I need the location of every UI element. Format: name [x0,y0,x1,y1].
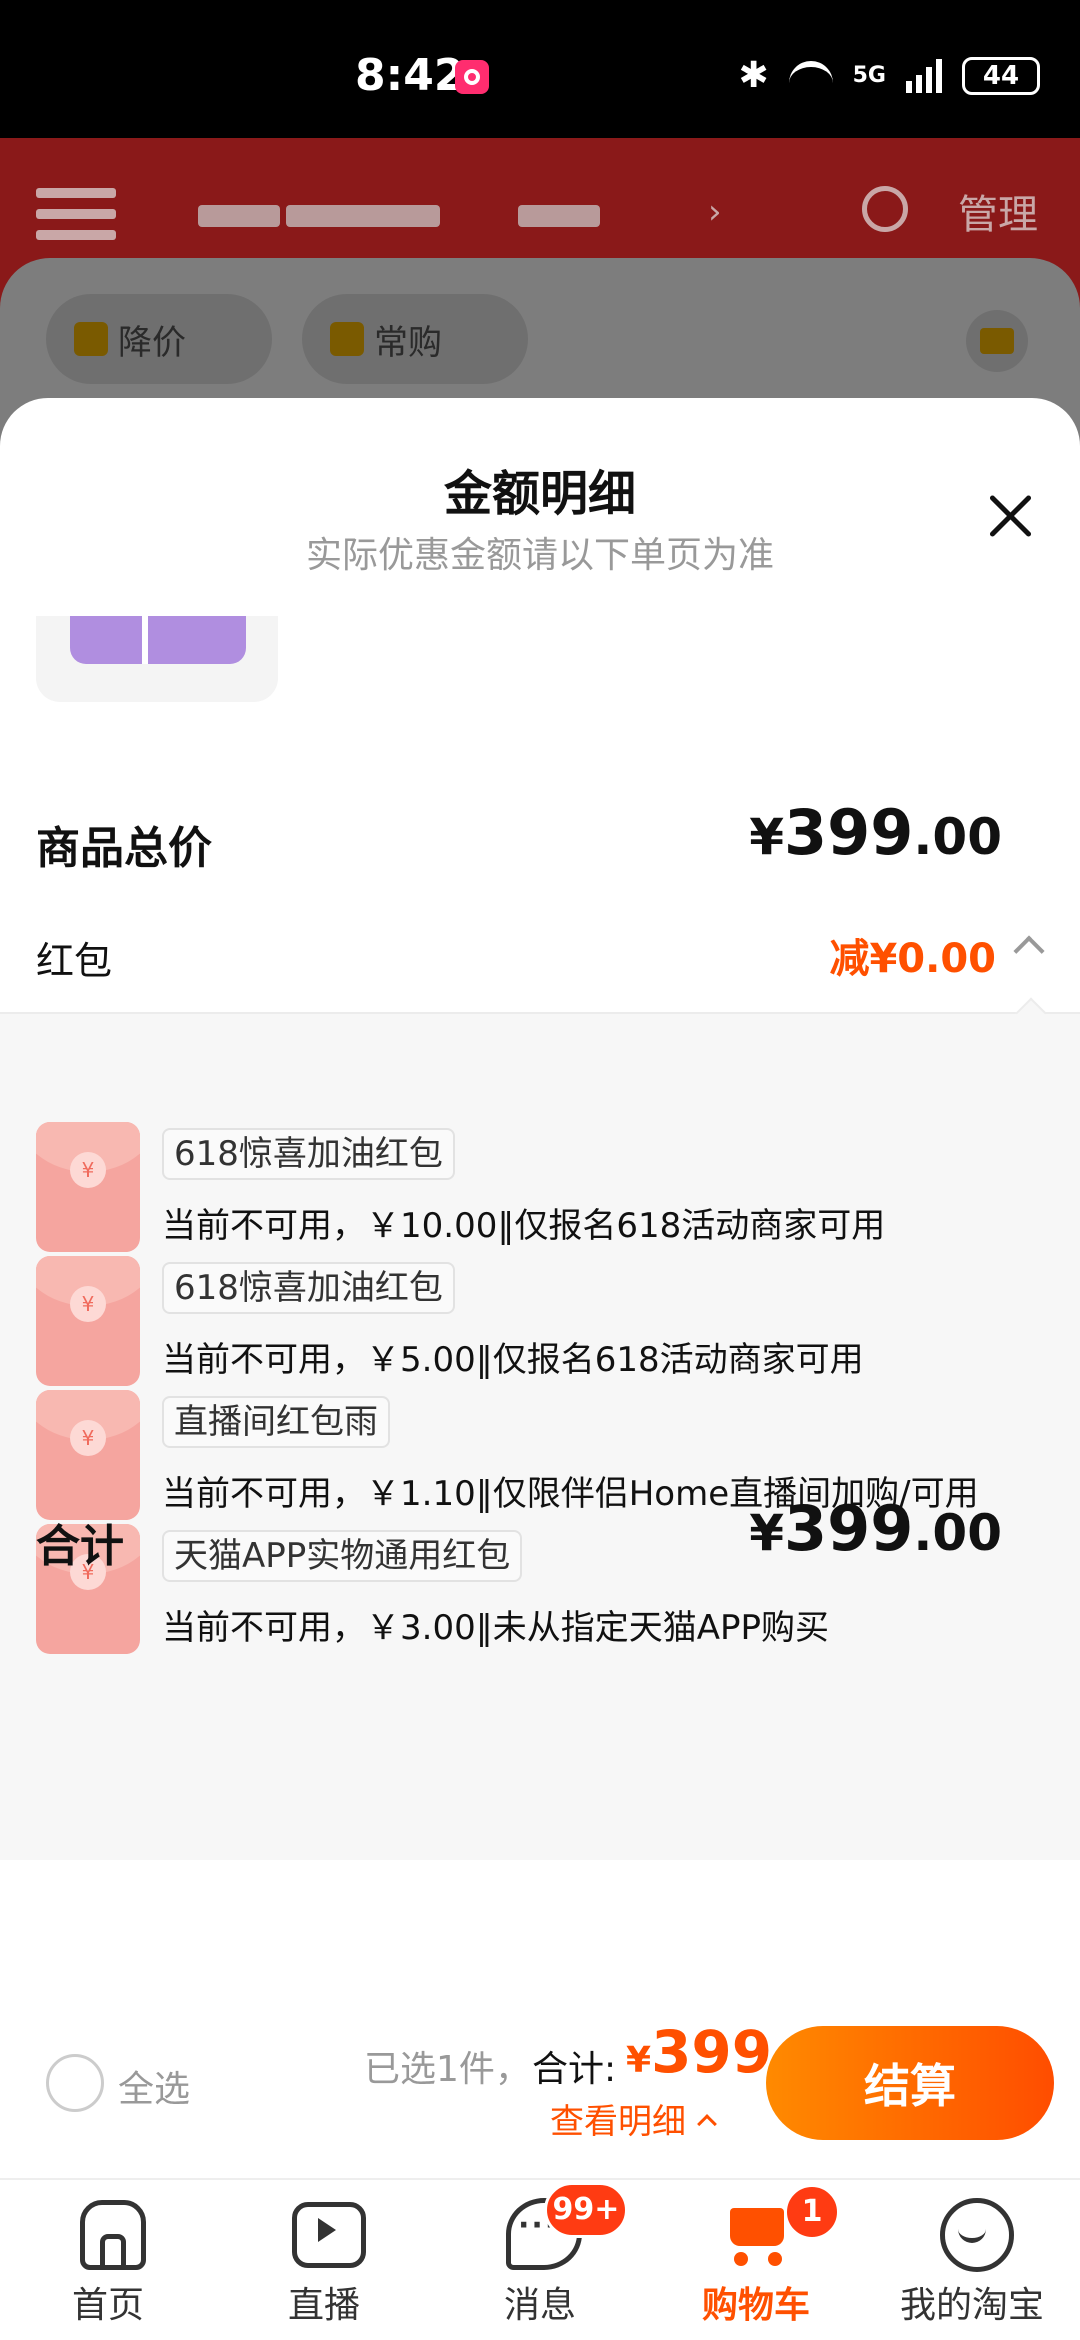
view-detail-label: 查看明细 [550,2102,686,2142]
chevron-right-icon: › [708,192,722,232]
battery-icon: 44 [962,56,1040,95]
cart-badge: 1 [784,2184,840,2240]
chip-label: 常购 [374,322,442,363]
goods-total-value: ¥399.00 [749,796,1002,869]
address-blur [198,205,280,227]
chevron-up-icon [697,2114,717,2134]
cart-icon [720,2194,792,2266]
search-icon[interactable] [862,186,908,232]
sheet-title: 金额明细 [443,466,636,522]
bluetooth-icon: ✱ [738,55,769,96]
close-icon[interactable] [980,486,1040,546]
profile-icon [936,2194,1014,2272]
tab-label: 首页 [71,2285,144,2326]
red-packet-tag: 天猫APP实物通用红包 [162,1530,523,1582]
tab-label: 我的淘宝 [899,2285,1044,2326]
chip-label: 降价 [118,322,186,363]
selected-count: 已选1件， [364,2049,531,2090]
red-packet-item: ¥ 618惊喜加油红包 当前不可用，￥5.00‖仅报名618活动商家可用 [0,1256,1080,1396]
red-envelope-icon: ¥ [36,1256,140,1386]
tab-messages[interactable]: 消息 99+ [432,2180,648,2340]
red-packet-tag: 直播间红包雨 [162,1396,390,1448]
tab-cart[interactable]: 购物车 1 [648,2180,864,2340]
wifi-icon [788,60,833,91]
home-icon [72,2194,146,2270]
tab-label: 购物车 [701,2285,810,2326]
screen-record-icon [455,60,489,94]
frequent-buy-chip[interactable]: 常购 [302,294,528,384]
live-icon [288,2194,366,2268]
address-blur [286,205,440,227]
tab-home[interactable]: 首页 [0,2180,216,2340]
network-type: 5G [852,62,886,88]
folder-icon[interactable] [966,310,1028,372]
red-packet-label: 红包 [36,939,113,983]
red-envelope-icon: ¥ [36,1122,140,1252]
tab-live[interactable]: 直播 [216,2180,432,2340]
tab-label: 消息 [503,2285,576,2326]
signal-icon [906,58,942,93]
tab-label: 直播 [287,2285,360,2326]
checkout-button[interactable]: 结算 [766,2026,1054,2140]
red-packet-description: 当前不可用，￥10.00‖仅报名618活动商家可用 [162,1206,886,1246]
tab-my-taobao[interactable]: 我的淘宝 [864,2180,1080,2340]
status-bar: 8:42 ✱ 5G 44 [0,0,1080,138]
grand-total-value: ¥399.00 [749,1492,1002,1565]
bottom-tab-bar: 首页 直播 消息 99+ 购物车 1 我的淘宝 [0,2178,1080,2340]
select-all-label[interactable]: 全选 [118,2060,190,2112]
red-envelope-icon: ¥ [36,1390,140,1520]
red-packet-description: 当前不可用，￥5.00‖仅报名618活动商家可用 [162,1340,864,1380]
menu-icon[interactable] [36,188,116,240]
chevron-up-icon[interactable] [1013,935,1045,967]
manage-button[interactable]: 管理 [958,182,1038,240]
price-drop-icon [74,322,108,356]
status-icons: ✱ 5G 44 [738,55,1040,96]
select-all-checkbox[interactable] [46,2054,104,2112]
amount-detail-sheet: 金额明细 实际优惠金额请以下单页为准 商品总价 ¥399.00 红包 减¥0.0… [0,398,1080,1998]
address-blur [518,205,600,227]
price-drop-chip[interactable]: 降价 [46,294,272,384]
message-badge: 99+ [544,2182,628,2238]
sheet-subtitle: 实际优惠金额请以下单页为准 [305,535,774,576]
sum-label: 合计: [532,2049,617,2090]
grand-total-label: 合计 [36,1521,124,1572]
red-packet-tag: 618惊喜加油红包 [162,1128,455,1180]
view-detail-link[interactable]: 查看明细 [550,2094,717,2143]
status-time: 8:42 [355,50,465,101]
checkout-bar: 全选 已选1件， 合计: ¥399 查看明细 结算 [0,1998,1080,2178]
red-packet-item: ¥ 618惊喜加油红包 当前不可用，￥10.00‖仅报名618活动商家可用 [0,1122,1080,1262]
cart-small-icon [330,322,364,356]
garment-image [70,616,246,664]
red-packet-value[interactable]: 减¥0.00 [829,926,996,984]
goods-total-label: 商品总价 [36,823,212,874]
red-packet-description: 当前不可用，￥3.00‖未从指定天猫APP购买 [162,1608,829,1648]
sum-value: ¥399 [626,2018,773,2086]
red-packet-tag: 618惊喜加油红包 [162,1262,455,1314]
product-thumbnail [36,616,278,702]
red-packet-list: ¥ 618惊喜加油红包 当前不可用，￥10.00‖仅报名618活动商家可用 ¥ … [0,997,1080,1860]
